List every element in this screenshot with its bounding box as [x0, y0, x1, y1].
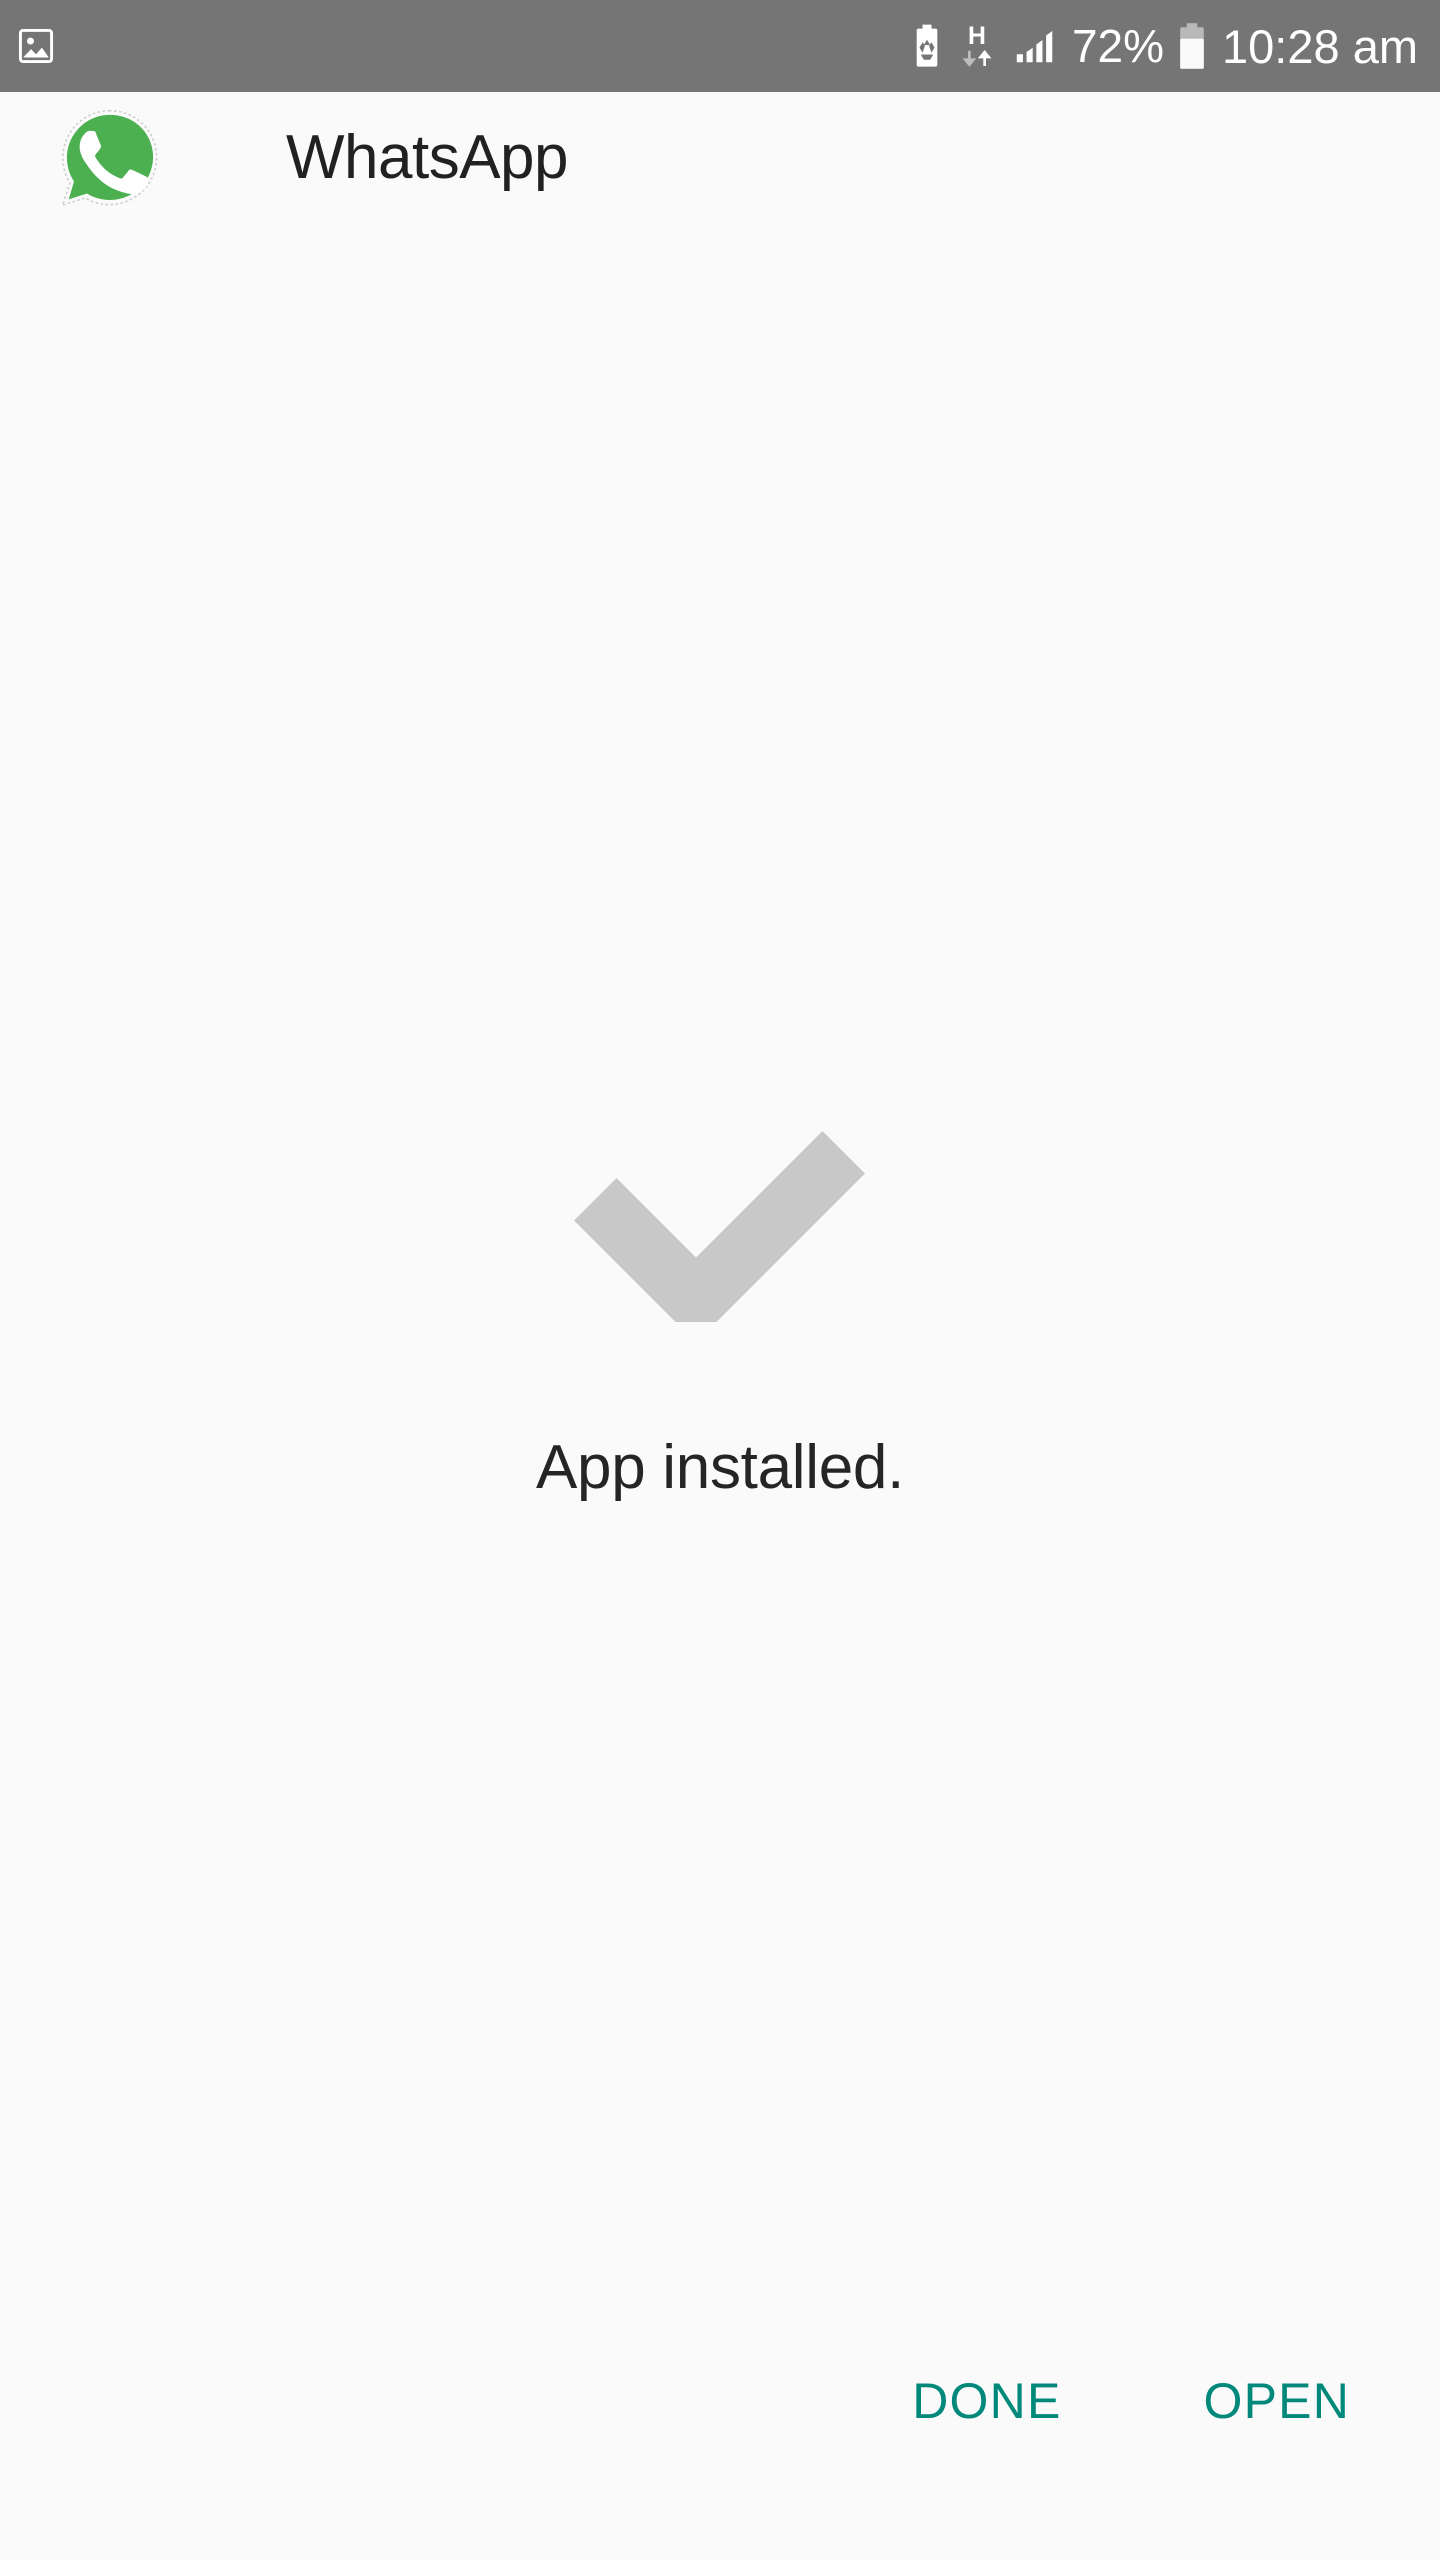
- whatsapp-icon: [58, 105, 162, 209]
- battery-icon: [1178, 22, 1206, 70]
- battery-percent-label: 72%: [1071, 20, 1165, 72]
- status-bar-indicators: H 72% 10:28 am: [912, 21, 1418, 71]
- action-bar: DONE OPEN: [0, 2342, 1440, 2560]
- clock-label: 10:28 am: [1222, 19, 1418, 73]
- app-header: WhatsApp: [0, 92, 1440, 222]
- hspa-network-icon: H: [956, 21, 998, 71]
- image-notification-icon: [14, 24, 58, 68]
- page-title: WhatsApp: [286, 122, 569, 192]
- checkmark-icon: [570, 1062, 870, 1342]
- status-bar[interactable]: H 72% 10:28 am: [0, 0, 1440, 92]
- open-button[interactable]: OPEN: [1170, 2354, 1385, 2448]
- install-status-message: App installed.: [535, 1432, 905, 1502]
- install-status-content: App installed.: [0, 222, 1440, 2342]
- power-saving-battery-icon: [912, 23, 942, 69]
- svg-text:H: H: [968, 23, 986, 50]
- signal-bars-icon: [1012, 23, 1058, 69]
- status-bar-notifications: [14, 24, 58, 68]
- done-button[interactable]: DONE: [878, 2354, 1095, 2448]
